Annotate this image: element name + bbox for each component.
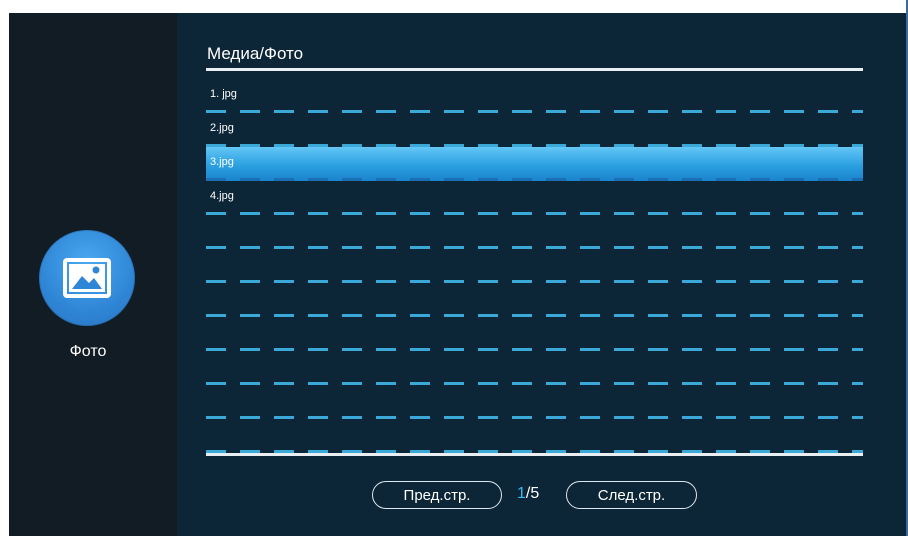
file-list-item[interactable]: 4.jpg <box>206 181 863 215</box>
file-list-item[interactable] <box>206 419 863 453</box>
file-list-item[interactable] <box>206 249 863 283</box>
file-browser: Медиа/Фото 1. jpg 2.jpg 3.jpg 4.jpg Пред.ст… <box>177 13 906 536</box>
next-page-button[interactable]: След.стр. <box>566 481 697 509</box>
file-name: 2.jpg <box>210 122 234 134</box>
prev-page-button[interactable]: Пред.стр. <box>372 481 502 509</box>
file-name: 3.jpg <box>210 156 234 168</box>
file-list-item[interactable] <box>206 317 863 351</box>
file-list-item[interactable]: 3.jpg <box>206 147 863 181</box>
sidebar: Фото <box>9 13 177 536</box>
screen: Фото Медиа/Фото 1. jpg 2.jpg 3.jpg 4.jpg Пр… <box>9 13 906 536</box>
file-list-item[interactable] <box>206 351 863 385</box>
file-list-item[interactable] <box>206 215 863 249</box>
total-pages: /5 <box>525 485 540 502</box>
list-bottom-divider <box>206 453 863 456</box>
app-label: Фото <box>69 343 107 360</box>
current-page: 1 <box>517 485 526 502</box>
file-name: 1. jpg <box>210 88 237 100</box>
file-list-item[interactable] <box>206 283 863 317</box>
title-divider <box>206 68 863 71</box>
page-indicator: 1/5 <box>517 485 539 503</box>
file-list-item[interactable]: 1. jpg <box>206 79 863 113</box>
pagination: Пред.стр. 1/5 След.стр. <box>177 481 906 511</box>
page-title: Медиа/Фото <box>207 44 304 63</box>
file-list-item[interactable] <box>206 385 863 419</box>
photo-app-icon[interactable] <box>39 230 135 326</box>
file-name: 4.jpg <box>210 190 234 202</box>
file-list-item[interactable]: 2.jpg <box>206 113 863 147</box>
image-icon <box>63 258 111 298</box>
